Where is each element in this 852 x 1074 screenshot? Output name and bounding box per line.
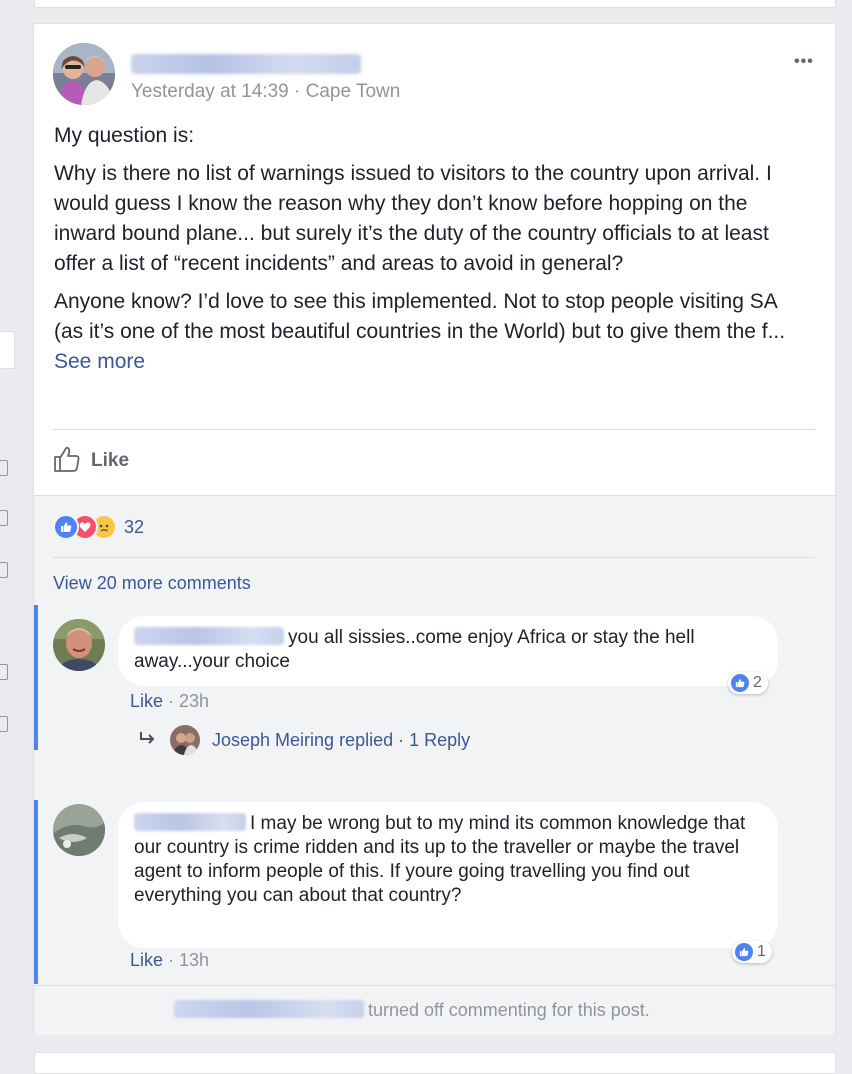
- commenting-closed-notice: turned off commenting for this post.: [34, 985, 835, 1036]
- comments-section: 32 View 20 more comments you all sissies…: [34, 495, 835, 1035]
- commenter-avatar[interactable]: [53, 804, 105, 856]
- comment-bubble: I may be wrong but to my mind its common…: [118, 802, 778, 948]
- post-paragraph-text: Anyone know? I’d love to see this implem…: [54, 290, 786, 343]
- commenter-name-blurred[interactable]: [134, 813, 246, 831]
- left-column-box: [0, 331, 15, 369]
- comment-reaction-count: 2: [753, 674, 762, 691]
- previous-post-card: [34, 0, 836, 8]
- author-name-blurred[interactable]: [174, 1000, 364, 1018]
- post-paragraph: Anyone know? I’d love to see this implem…: [54, 287, 804, 377]
- view-more-comments-link[interactable]: View 20 more comments: [53, 573, 251, 594]
- divider: [53, 557, 815, 558]
- see-more-link[interactable]: See more: [54, 350, 145, 373]
- left-column-icon[interactable]: [0, 510, 8, 526]
- like-label: Like: [91, 450, 130, 471]
- like-button[interactable]: Like: [53, 444, 129, 478]
- left-column-icon[interactable]: [0, 562, 8, 578]
- comment-reactions-badge[interactable]: 2: [728, 672, 768, 694]
- comment-bubble: you all sissies..come enjoy Africa or st…: [118, 616, 778, 686]
- reply-arrow-icon: [138, 730, 158, 751]
- like-icon: [735, 943, 753, 961]
- reaction-count: 32: [124, 516, 145, 537]
- post-card: Yesterday at 14:39 · Cape Town ••• My qu…: [33, 23, 836, 1035]
- post-paragraph: Why is there no list of warnings issued …: [54, 162, 772, 275]
- comment-time[interactable]: 23h: [179, 691, 209, 711]
- comment-thread: I may be wrong but to my mind its common…: [34, 800, 839, 984]
- next-post-card: [34, 1052, 836, 1074]
- left-column-icon[interactable]: [0, 460, 8, 476]
- left-column-icon[interactable]: [0, 716, 8, 732]
- replier-avatar: [170, 725, 200, 755]
- comment-reaction-count: 1: [757, 943, 766, 960]
- post-meta: Yesterday at 14:39 · Cape Town: [131, 81, 401, 102]
- left-column-strip: [0, 0, 18, 1060]
- commenting-closed-text: turned off commenting for this post.: [174, 1000, 650, 1021]
- comment-time[interactable]: 13h: [179, 950, 209, 970]
- commenter-name-blurred[interactable]: [134, 627, 284, 645]
- thumbs-up-icon: [53, 445, 81, 478]
- post-body: My question is: Why is there no list of …: [54, 121, 804, 385]
- left-column-icon[interactable]: [0, 664, 8, 680]
- post-paragraph: My question is:: [54, 124, 195, 147]
- comment-actions: Like · 23h: [130, 691, 210, 711]
- commenter-avatar[interactable]: [53, 619, 105, 671]
- comment-like-link[interactable]: Like: [130, 950, 163, 970]
- comment-thread: you all sissies..come enjoy Africa or st…: [34, 605, 839, 755]
- comment-reactions-badge[interactable]: 1: [732, 941, 772, 963]
- comment-like-link[interactable]: Like: [130, 691, 163, 711]
- like-icon: [53, 514, 79, 540]
- more-options-icon[interactable]: •••: [794, 53, 814, 71]
- commenting-closed-message: turned off commenting for this post.: [368, 1000, 650, 1020]
- author-avatar[interactable]: [53, 43, 115, 105]
- replies-link[interactable]: Joseph Meiring replied · 1 Reply: [138, 725, 470, 755]
- reply-summary: Joseph Meiring replied · 1 Reply: [212, 729, 471, 750]
- reactions-summary[interactable]: 32: [53, 514, 144, 540]
- divider: [53, 429, 815, 430]
- comment-actions: Like · 13h: [130, 950, 210, 970]
- like-icon: [731, 674, 749, 692]
- author-name-blurred[interactable]: [131, 54, 361, 74]
